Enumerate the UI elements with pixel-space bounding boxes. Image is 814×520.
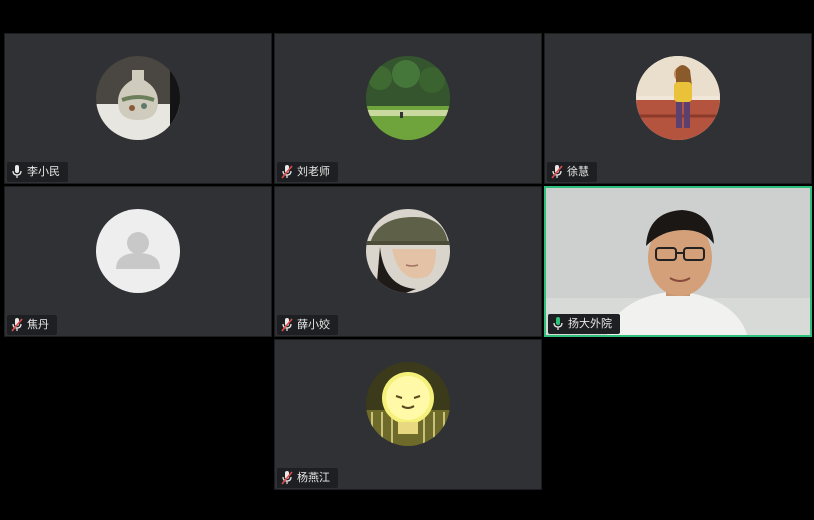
top-bar xyxy=(0,0,814,32)
participant-tile[interactable]: 刘老师 xyxy=(274,33,542,184)
user-icon xyxy=(116,232,160,269)
microphone-muted-icon xyxy=(281,165,293,179)
participant-name: 扬大外院 xyxy=(568,317,612,330)
participant-name-badge: 焦丹 xyxy=(7,315,57,335)
participant-name: 杨燕江 xyxy=(297,471,330,484)
participant-name-badge: 薛小姣 xyxy=(277,315,338,335)
participant-tile[interactable]: 李小民 xyxy=(4,33,272,184)
participant-tile[interactable]: 杨燕江 xyxy=(274,339,542,490)
microphone-muted-icon xyxy=(281,471,293,485)
participant-name-badge: 刘老师 xyxy=(277,162,338,182)
avatar xyxy=(366,56,450,140)
empty-slot xyxy=(544,339,812,490)
active-speaker-tile[interactable]: 扬大外院 xyxy=(544,186,812,337)
participant-name-badge: 徐慧 xyxy=(547,162,597,182)
avatar xyxy=(366,209,450,293)
microphone-muted-icon xyxy=(281,318,293,332)
microphone-muted-icon xyxy=(11,318,23,332)
microphone-icon xyxy=(12,165,22,178)
video-feed xyxy=(546,188,810,335)
participant-name: 李小民 xyxy=(27,165,60,178)
avatar xyxy=(96,56,180,140)
participant-name-badge: 李小民 xyxy=(7,162,68,182)
participant-tile[interactable]: 薛小姣 xyxy=(274,186,542,337)
participant-tile[interactable]: 焦丹 xyxy=(4,186,272,337)
participant-name: 徐慧 xyxy=(567,165,589,178)
participant-name: 刘老师 xyxy=(297,165,330,178)
default-avatar xyxy=(96,209,180,293)
video-grid: 李小民 刘老师 徐慧 焦丹 薛小姣 扬大外院 杨燕江 xyxy=(4,33,814,491)
participant-tile[interactable]: 徐慧 xyxy=(544,33,812,184)
microphone-muted-icon xyxy=(551,165,563,179)
participant-name-badge: 杨燕江 xyxy=(277,468,338,488)
participant-name: 焦丹 xyxy=(27,318,49,331)
avatar xyxy=(636,56,720,140)
empty-slot xyxy=(4,339,272,490)
participant-name: 薛小姣 xyxy=(297,318,330,331)
participant-name-badge: 扬大外院 xyxy=(548,314,620,334)
avatar xyxy=(366,362,450,446)
microphone-active-icon xyxy=(553,317,563,330)
